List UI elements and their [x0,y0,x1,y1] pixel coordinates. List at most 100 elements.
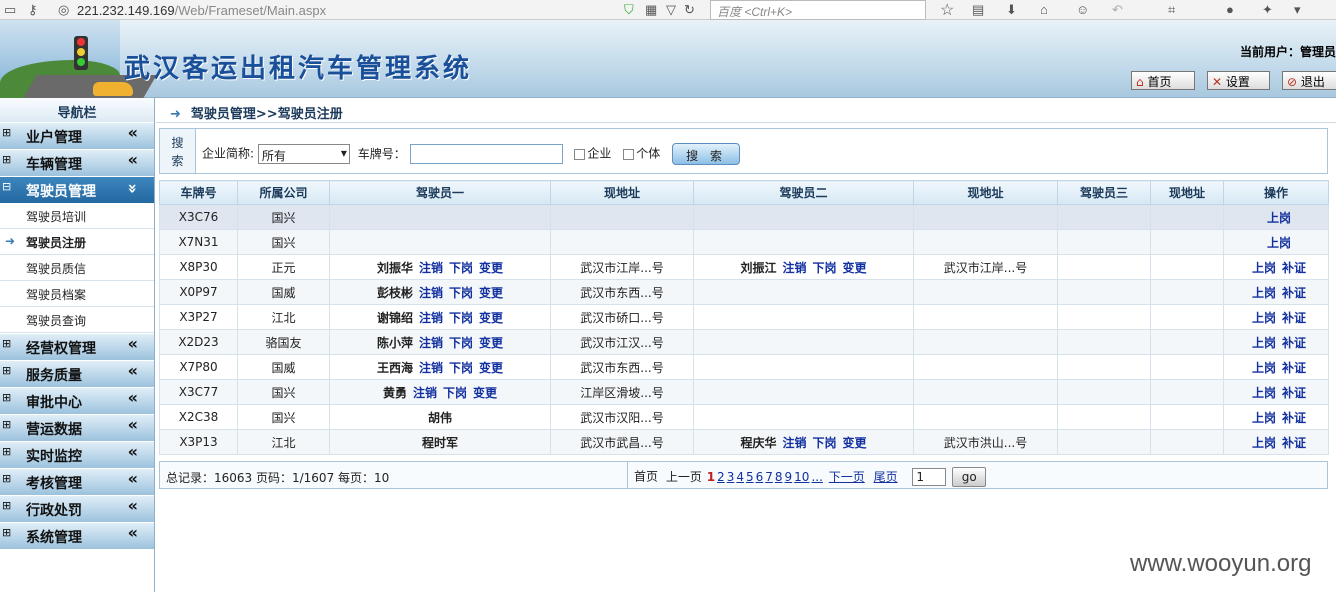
nav-item-driver-query[interactable]: 驾驶员查询 [0,307,154,333]
on-duty-link[interactable]: 上岗 [1252,261,1276,275]
page-link[interactable]: 8 [775,470,783,484]
cancel-link[interactable]: 注销 [419,361,443,375]
table-row[interactable]: X3P13 江北 程时军 武汉市武昌...号 程庆华 注销 下岗 变更 武汉市洪山...号 上岗补… [159,429,1329,455]
company-checkbox[interactable] [574,148,586,160]
reissue-link[interactable]: 补证 [1282,311,1306,325]
shield-icon[interactable]: ⛉ [624,2,634,18]
change-link[interactable]: 变更 [479,286,503,300]
nav-group-owner[interactable]: ⊞ 业户管理 « [0,122,154,149]
reissue-link[interactable]: 补证 [1282,261,1306,275]
search-engine-input[interactable]: 百度 <Ctrl+K> [710,0,926,20]
off-duty-link[interactable]: 下岗 [449,336,473,350]
page-link[interactable]: 10 [794,470,809,484]
table-row[interactable]: X2D23 骆国友 陈小萍 注销 下岗 变更 武汉市江汉...号 上岗 补证 [159,329,1329,355]
reissue-link[interactable]: 补证 [1282,436,1306,450]
undo-icon[interactable]: ↶ [1112,2,1123,18]
page-link[interactable]: 7 [765,470,773,484]
on-duty-link[interactable]: 上岗 [1267,211,1291,225]
cancel-link[interactable]: 注销 [419,261,443,275]
on-duty-link[interactable]: 上岗 [1252,436,1276,450]
on-duty-link[interactable]: 上岗 [1252,336,1276,350]
cancel-link[interactable]: 注销 [419,311,443,325]
change-link[interactable]: 变更 [843,261,867,275]
reissue-link[interactable]: 补证 [1282,361,1306,375]
nav-group-penalty[interactable]: ⊞ 行政处罚 « [0,495,154,522]
nav-group-monitor[interactable]: ⊞ 实时监控 « [0,441,154,468]
crop-icon[interactable]: ⌗ [1168,2,1175,18]
comment-icon[interactable]: ● [1226,2,1234,17]
nav-item-driver-credit[interactable]: 驾驶员质信 [0,255,154,281]
reading-list-icon[interactable]: ▤ [972,2,984,18]
page-link[interactable]: 2 [717,470,725,484]
nav-group-operation[interactable]: ⊞ 营运数据 « [0,414,154,441]
first-page-link[interactable]: 首页 [634,470,658,484]
change-link[interactable]: 变更 [843,436,867,450]
change-link[interactable]: 变更 [479,311,503,325]
off-duty-link[interactable]: 下岗 [449,361,473,375]
page-number-input[interactable]: 1 [912,468,947,486]
table-row[interactable]: X7N31 国兴 上岗 [159,229,1329,255]
cancel-link[interactable]: 注销 [782,436,806,450]
page-link[interactable]: 9 [785,470,793,484]
on-duty-link[interactable]: 上岗 [1252,386,1276,400]
prev-page-link[interactable]: 上一页 [666,470,702,484]
table-row[interactable]: X0P97 国威 彭枝彬 注销 下岗 变更 武汉市东西...号 上岗 补证 [159,279,1329,305]
reload-icon[interactable]: ↻ [684,2,695,18]
key-icon[interactable]: ⚷ [28,2,38,18]
chat-icon[interactable]: ☺ [1076,2,1089,17]
addon-icon[interactable]: ✦ [1262,2,1273,18]
qr-icon[interactable]: ▦ [645,2,657,18]
go-button[interactable]: go [952,467,987,487]
home-icon[interactable]: ⌂ [1040,2,1048,17]
cancel-link[interactable]: 注销 [782,261,806,275]
settings-button[interactable]: ✕ 设置 [1207,71,1270,90]
company-select[interactable]: 所有 [257,144,350,164]
reissue-link[interactable]: 补证 [1282,286,1306,300]
table-row[interactable]: X7P80 国威 王西海 注销 下岗 变更 武汉市东西...号 上岗 补证 [159,354,1329,380]
nav-group-driver[interactable]: ⊟ 驾驶员管理 » [0,176,154,203]
off-duty-link[interactable]: 下岗 [449,286,473,300]
on-duty-link[interactable]: 上岗 [1252,361,1276,375]
star-icon[interactable]: ☆ [940,0,954,20]
nav-item-driver-archive[interactable]: 驾驶员档案 [0,281,154,307]
page-link[interactable]: ... [811,470,822,484]
nav-item-driver-register[interactable]: ➜ 驾驶员注册 [0,229,154,255]
cancel-link[interactable]: 注销 [413,386,437,400]
reissue-link[interactable]: 补证 [1282,386,1306,400]
table-row[interactable]: X3P27 江北 谢锦绍 注销 下岗 变更 武汉市硚口...号 上岗 补证 [159,304,1329,330]
off-duty-link[interactable]: 下岗 [449,261,473,275]
off-duty-link[interactable]: 下岗 [813,261,837,275]
change-link[interactable]: 变更 [479,336,503,350]
table-row[interactable]: X8P30 正元 刘振华 注销 下岗 变更 武汉市江岸...号 刘振江 注销 下岗 变更 武汉市江岸.… [159,254,1329,280]
off-duty-link[interactable]: 下岗 [813,436,837,450]
page-link[interactable]: 3 [727,470,735,484]
table-row[interactable]: X2C38 国兴 胡伟 武汉市汉阳...号 上岗 补证 [159,404,1329,430]
off-duty-link[interactable]: 下岗 [449,311,473,325]
page-link[interactable]: 6 [756,470,764,484]
dropdown-icon[interactable]: ▽ [666,2,676,18]
on-duty-link[interactable]: 上岗 [1252,311,1276,325]
cancel-link[interactable]: 注销 [419,286,443,300]
table-row[interactable]: X3C77 国兴 黄勇 注销 下岗 变更 江岸区滑坡...号 上岗 补证 [159,379,1329,405]
nav-group-approval[interactable]: ⊞ 审批中心 « [0,387,154,414]
next-page-link[interactable]: 下一页 [829,470,865,484]
change-link[interactable]: 变更 [473,386,497,400]
nav-group-vehicle[interactable]: ⊞ 车辆管理 « [0,149,154,176]
off-duty-link[interactable]: 下岗 [443,386,467,400]
nav-group-license[interactable]: ⊞ 经营权管理 « [0,333,154,360]
menu-icon[interactable]: ▾ [1294,2,1301,18]
change-link[interactable]: 变更 [479,361,503,375]
change-link[interactable]: 变更 [479,261,503,275]
plate-input[interactable] [409,144,563,164]
individual-checkbox[interactable] [623,148,635,160]
nav-group-system[interactable]: ⊞ 系统管理 « [0,522,154,549]
on-duty-link[interactable]: 上岗 [1252,411,1276,425]
home-button[interactable]: ⌂ 首页 [1131,71,1195,90]
cancel-link[interactable]: 注销 [419,336,443,350]
nav-item-driver-training[interactable]: 驾驶员培训 [0,203,154,229]
reissue-link[interactable]: 补证 [1282,336,1306,350]
page-link[interactable]: 1 [707,470,715,484]
logout-button[interactable]: ⊘ 退出 [1282,71,1336,90]
search-button[interactable]: 搜 索 [672,143,741,165]
page-link[interactable]: 4 [736,470,744,484]
